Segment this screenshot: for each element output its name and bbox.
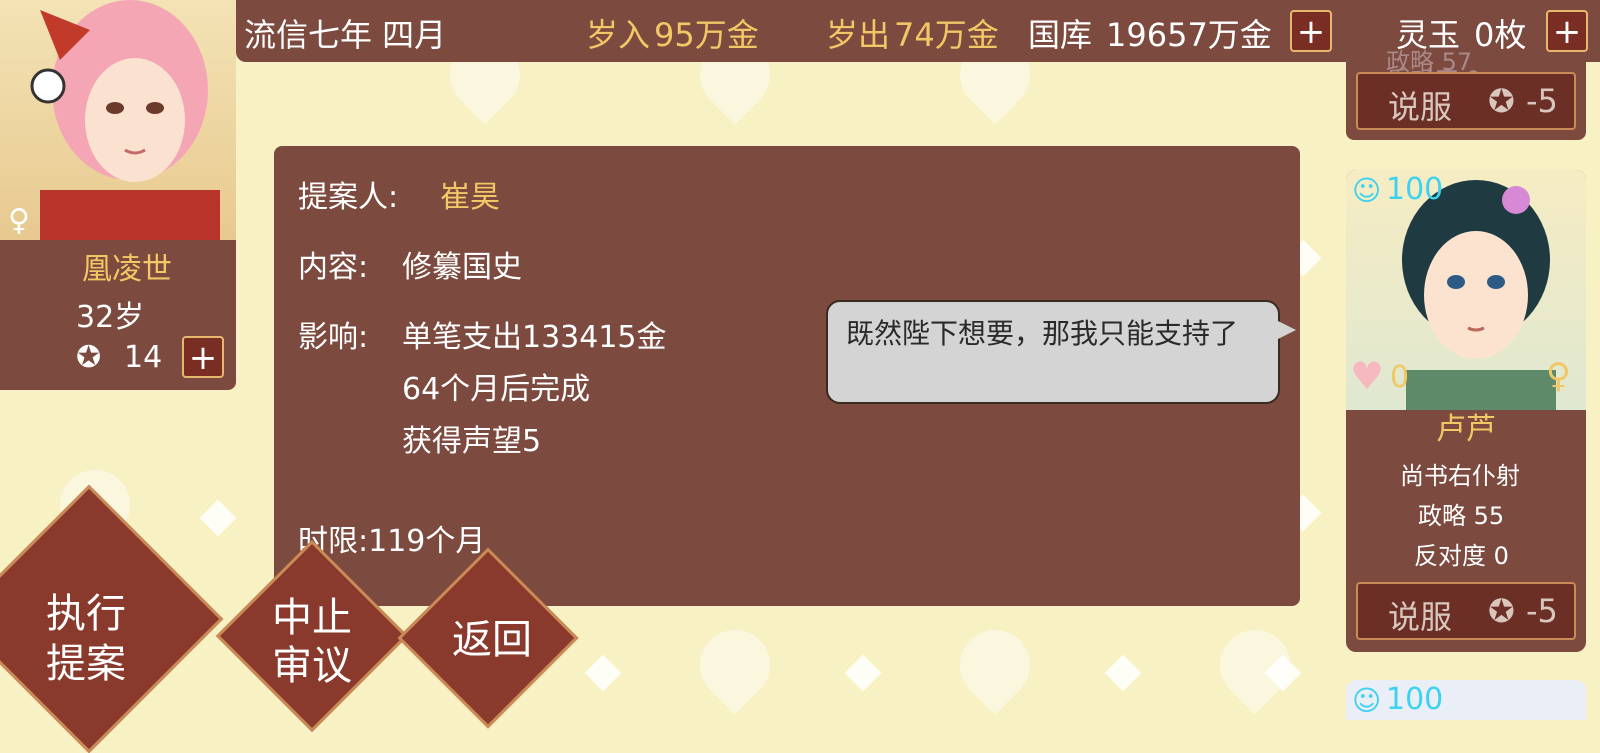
heart-icon: ♥ xyxy=(1350,354,1385,398)
next-minister-loyalty: 100 xyxy=(1386,682,1444,717)
income-value: 95万金 xyxy=(654,16,759,54)
female-icon: ♀ xyxy=(1546,356,1571,396)
minister-politics: 政略 55 xyxy=(1418,502,1505,530)
ruler-strength: 14 xyxy=(124,340,163,375)
loyalty-icon: ☺ xyxy=(1352,684,1382,717)
strength-icon: ✪ xyxy=(1488,82,1515,120)
effect-line: 获得声望5 xyxy=(402,424,542,459)
suspend-label-line2: 审议 xyxy=(272,643,352,689)
suspend-label-line1: 中止 xyxy=(272,595,352,641)
ruler-name: 凰凌世 xyxy=(82,252,172,287)
previous-minister-card: 政略 57 反对度 0 说服 ✪ -5 xyxy=(1346,48,1586,140)
persuade-button-top[interactable]: 说服 ✪ -5 xyxy=(1356,72,1576,130)
persuade-button[interactable]: 说服 ✪ -5 xyxy=(1356,582,1576,640)
execute-label-line2: 提案 xyxy=(46,641,126,687)
back-label: 返回 xyxy=(452,617,532,663)
next-minister-card[interactable]: ☺ 100 xyxy=(1346,680,1586,720)
effect-line: 单笔支出133415金 xyxy=(402,320,667,355)
minister-loyalty: 100 xyxy=(1386,172,1444,207)
ruler-card[interactable]: ♀ 凰凌世 32岁 ✪ 14 + xyxy=(0,0,236,390)
ruler-age: 32岁 xyxy=(76,300,145,335)
content-value: 修纂国史 xyxy=(402,250,522,285)
minister-title: 尚书右仆射 xyxy=(1400,462,1520,490)
proposer-label: 提案人: xyxy=(298,180,399,215)
svg-text:♀: ♀ xyxy=(8,203,30,238)
treasury-value: 19657万金 xyxy=(1106,16,1272,54)
proposer-name: 崔昊 xyxy=(440,180,500,215)
persuade-cost: -5 xyxy=(1526,592,1558,630)
add-jade-button[interactable]: + xyxy=(1546,10,1588,52)
persuade-cost: -5 xyxy=(1526,82,1558,120)
add-gold-button[interactable]: + xyxy=(1290,10,1332,52)
minister-opposition: 反对度 0 xyxy=(1414,542,1509,570)
effect-line: 64个月后完成 xyxy=(402,372,591,407)
strength-icon: ✪ xyxy=(76,340,102,375)
speech-bubble: 既然陛下想要，那我只能支持了 xyxy=(826,300,1280,404)
minister-affection: 0 xyxy=(1390,360,1410,395)
minister-card[interactable]: ☺ 100 ♥ 0 ♀ 卢芦 尚书右仆射 政略 55 反对度 0 说服 ✪ -5 xyxy=(1346,170,1586,652)
add-strength-button[interactable]: + xyxy=(182,336,224,378)
minister-name: 卢芦 xyxy=(1436,412,1496,447)
strength-icon: ✪ xyxy=(1488,592,1515,630)
execute-label-line1: 执行 xyxy=(46,591,126,637)
ruler-portrait: ♀ xyxy=(0,0,236,240)
expense-label: 岁出 xyxy=(826,16,891,54)
jade-value: 0枚 xyxy=(1474,16,1527,54)
persuade-label: 说服 xyxy=(1388,598,1453,636)
resource-bar: 流信七年 四月 岁入 95万金 岁出 74万金 国库 19657万金 + xyxy=(236,0,1356,62)
effect-label: 影响: xyxy=(298,320,369,355)
expense-value: 74万金 xyxy=(894,16,999,54)
treasury-label: 国库 xyxy=(1028,16,1093,54)
speech-bubble-tail xyxy=(1276,320,1296,340)
ruler-portrait-art: ♀ xyxy=(8,0,220,240)
income-label: 岁入 xyxy=(586,16,651,54)
content-label: 内容: xyxy=(298,250,369,285)
persuade-label: 说服 xyxy=(1388,88,1453,126)
game-date: 流信七年 四月 xyxy=(244,16,447,54)
loyalty-icon: ☺ xyxy=(1352,174,1382,207)
